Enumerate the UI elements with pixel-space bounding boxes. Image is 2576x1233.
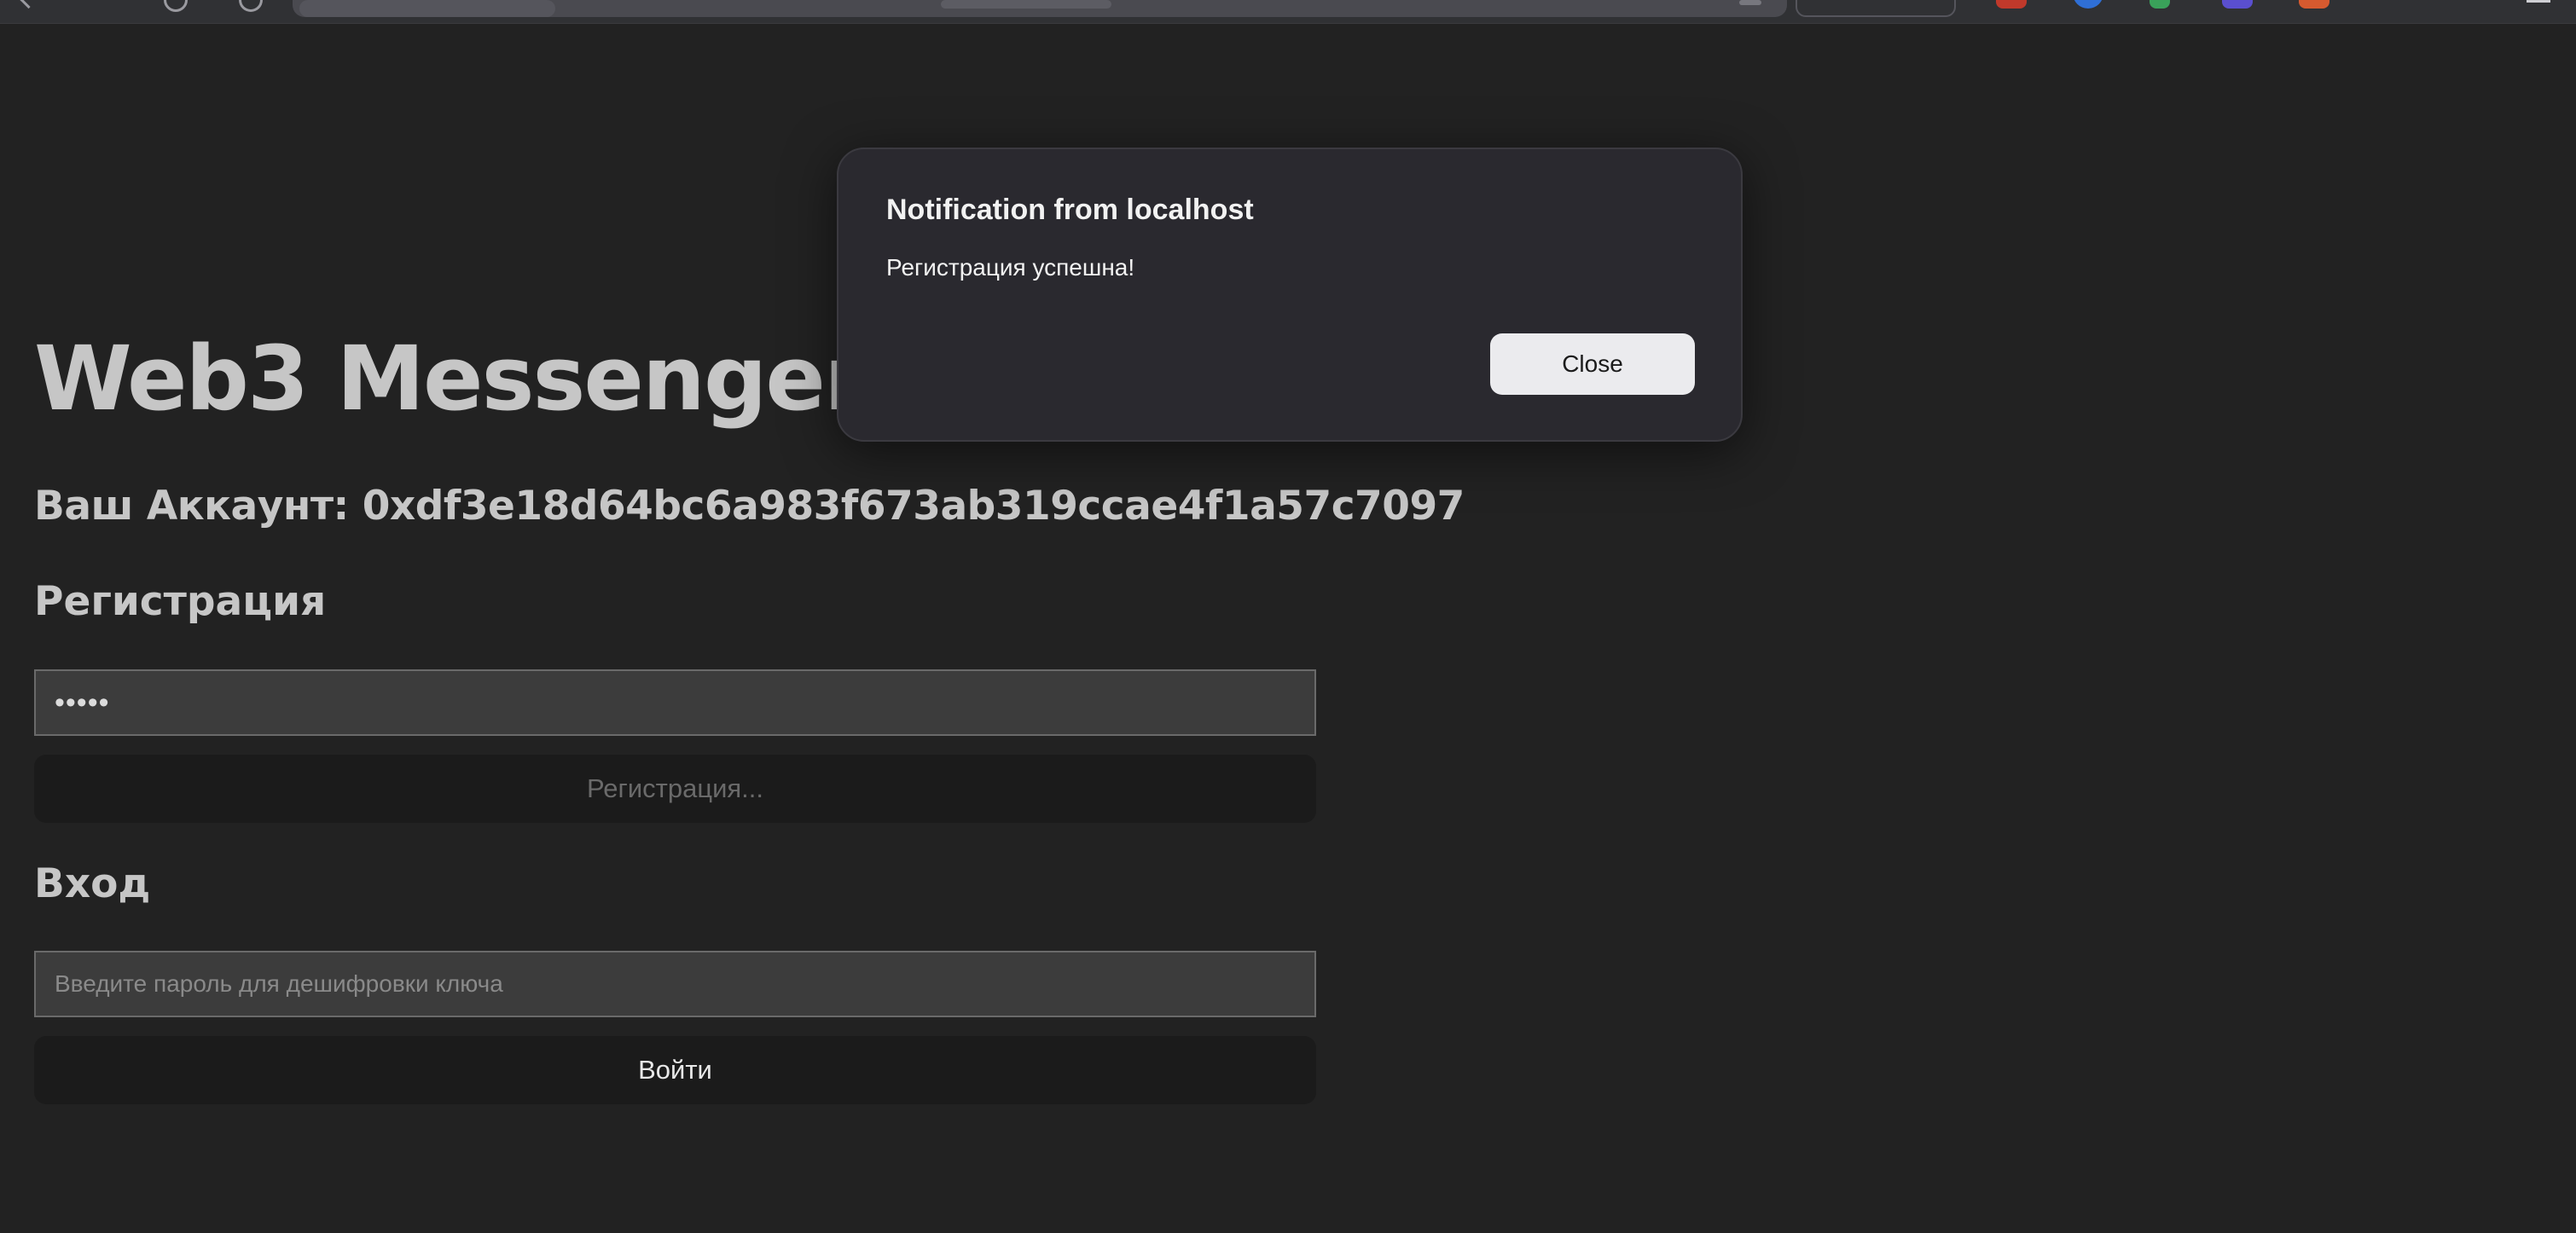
dialog-message: Регистрация успешна! <box>886 254 1135 281</box>
login-button[interactable]: Войти <box>34 1036 1316 1104</box>
close-button[interactable]: Close <box>1490 333 1695 395</box>
ext-purple-icon[interactable] <box>2222 0 2253 9</box>
back-arrow-icon[interactable] <box>19 0 36 9</box>
reload-icon[interactable] <box>239 0 263 12</box>
extension-pill-button[interactable] <box>1796 0 1956 17</box>
ext-green-icon[interactable] <box>2150 0 2170 9</box>
ext-orange-icon[interactable] <box>2299 0 2329 9</box>
address-chip <box>299 0 555 17</box>
address-bar[interactable] <box>293 0 1787 17</box>
browser-toolbar <box>0 0 2576 24</box>
registration-password-input[interactable] <box>34 669 1316 736</box>
ext-blue-icon[interactable] <box>2073 0 2103 9</box>
address-text <box>941 0 1111 9</box>
login-password-input[interactable] <box>34 951 1316 1017</box>
notification-dialog: Notification from localhost Регистрация … <box>837 148 1743 442</box>
registration-button[interactable]: Регистрация... <box>34 755 1316 823</box>
dialog-title: Notification from localhost <box>886 194 1254 226</box>
login-heading: Вход <box>34 860 151 907</box>
ext-red-icon[interactable] <box>1996 0 2027 9</box>
registration-heading: Регистрация <box>34 578 327 625</box>
site-info-icon[interactable] <box>164 0 188 12</box>
menu-icon[interactable] <box>2527 0 2550 5</box>
page-title: Web3 Messenger <box>34 327 867 431</box>
account-address: Ваш Аккаунт: 0xdf3e18d64bc6a983f673ab319… <box>34 483 1465 530</box>
bookmark-icon[interactable] <box>1739 0 1761 5</box>
